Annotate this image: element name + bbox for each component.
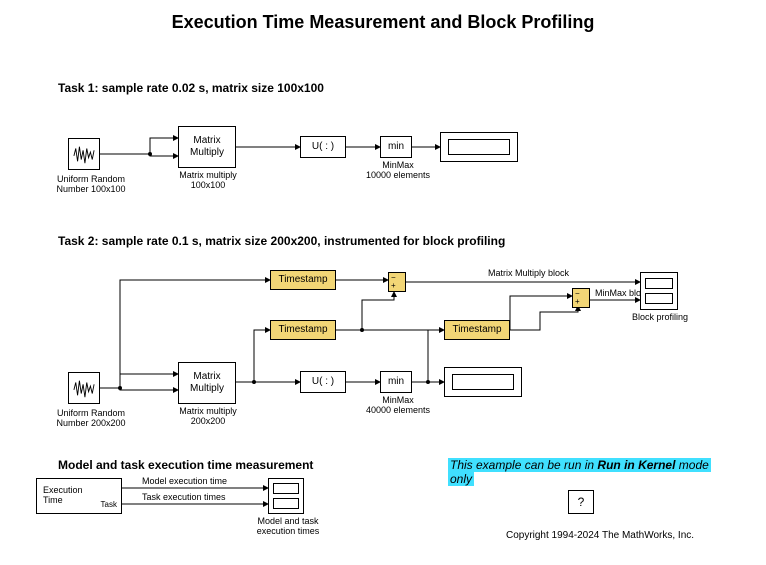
signal-label-task-exec: Task execution times	[142, 492, 226, 502]
note-line1-plain: This example can be run in	[450, 458, 597, 472]
uniform-random-2-label: Uniform Random Number 200x200	[48, 408, 134, 428]
scope-block-profiling[interactable]	[640, 272, 678, 310]
scope-exec-label: Model and task execution times	[248, 516, 328, 536]
display-block-2[interactable]	[444, 367, 522, 397]
reshape-block-2[interactable]: U( : )	[300, 371, 346, 393]
timestamp-block-3[interactable]: Timestamp	[444, 320, 510, 340]
sum-block-1[interactable]: − +	[388, 272, 406, 292]
sum-block-2[interactable]: − +	[572, 288, 590, 308]
signal-label-model-exec: Model execution time	[142, 476, 227, 486]
minmax-1-label: MinMax 10000 elements	[360, 160, 436, 180]
minmax-2-label: MinMax 40000 elements	[360, 395, 436, 415]
copyright-text: Copyright 1994-2024 The MathWorks, Inc.	[480, 530, 720, 541]
uniform-random-block-1[interactable]	[68, 138, 100, 170]
scope-exec-times[interactable]	[268, 478, 304, 514]
execution-time-text: Execution Time	[43, 485, 83, 505]
note-line1-bold: Run in Kernel	[597, 458, 675, 472]
uniform-random-1-label: Uniform Random Number 100x100	[48, 174, 134, 194]
matrix-multiply-block-2[interactable]: Matrix Multiply	[178, 362, 236, 404]
random-signal-icon	[73, 143, 95, 165]
minmax-block-2[interactable]: min	[380, 371, 412, 393]
note-line-1: This example can be run in Run in Kernel…	[448, 458, 711, 472]
minmax-block-1[interactable]: min	[380, 136, 412, 158]
task1-heading: Task 1: sample rate 0.02 s, matrix size …	[58, 81, 324, 95]
uniform-random-block-2[interactable]	[68, 372, 100, 404]
matrix-multiply-1-label: Matrix multiply 100x100	[170, 170, 246, 190]
scope-profiling-label: Block profiling	[620, 312, 700, 322]
matrix-multiply-block-1[interactable]: Matrix Multiply	[178, 126, 236, 168]
help-block[interactable]: ?	[568, 490, 594, 514]
note-line-2: only	[448, 472, 474, 486]
signal-label-matrix-multiply: Matrix Multiply block	[488, 268, 569, 278]
note-line1-tail: mode	[675, 458, 708, 472]
execution-time-block[interactable]: Execution Time Task	[36, 478, 122, 514]
exec-heading: Model and task execution time measuremen…	[58, 458, 313, 472]
display-block-1[interactable]	[440, 132, 518, 162]
timestamp-block-2[interactable]: Timestamp	[270, 320, 336, 340]
task2-heading: Task 2: sample rate 0.1 s, matrix size 2…	[58, 234, 505, 248]
reshape-block-1[interactable]: U( : )	[300, 136, 346, 158]
matrix-multiply-2-label: Matrix multiply 200x200	[170, 406, 246, 426]
execution-time-port-task: Task	[101, 500, 117, 509]
diagram-title: Execution Time Measurement and Block Pro…	[0, 12, 766, 33]
random-signal-icon	[73, 377, 95, 399]
timestamp-block-1[interactable]: Timestamp	[270, 270, 336, 290]
